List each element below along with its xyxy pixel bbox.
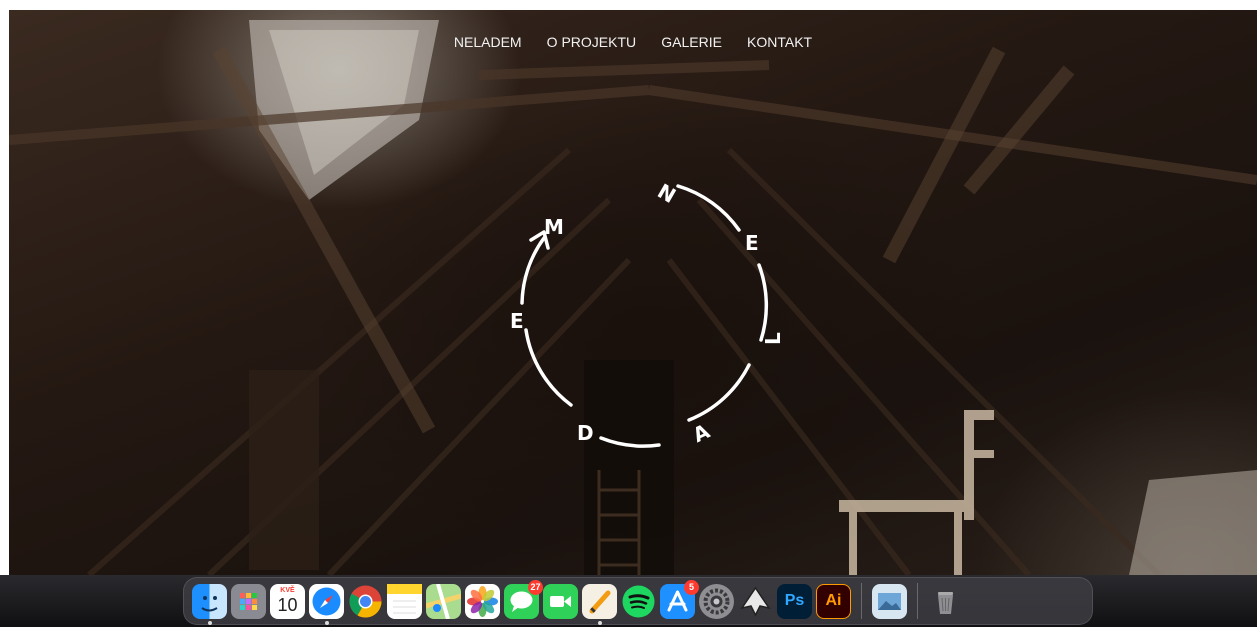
trash-icon[interactable] [928,584,963,619]
running-indicator [325,620,329,625]
pages-icon[interactable] [582,583,617,625]
nav-link-kontakt[interactable]: KONTAKT [747,34,812,50]
dock-separator [917,583,918,619]
photos-icon[interactable] [465,583,500,619]
facetime-icon[interactable] [543,583,578,619]
logo-letter-e2: E [510,309,524,333]
illustrator-label: Ai [825,592,842,609]
macos-dock: KVĚ 10 27 5 Ps Ai [183,577,1093,625]
nav-link-o-projektu[interactable]: O PROJEKTU [547,34,636,50]
photoshop-icon[interactable]: Ps [777,583,812,619]
pages-pen-icon [589,590,611,613]
calendar-day: 10 [277,595,298,615]
logo-letter-e1: E [745,231,759,255]
dock-separator [861,583,862,619]
photoshop-label: Ps [784,592,805,609]
notes-icon[interactable] [387,583,422,619]
preview-photo-icon [878,592,901,610]
finder-face-icon [201,595,218,611]
neladem-circular-logo: N E L A D E M [510,179,785,448]
trash-bin-icon [938,591,953,614]
safari-compass-icon [312,587,341,615]
messages-badge: 27 [528,579,543,595]
logo-letter-n: N [654,179,681,208]
main-navigation: NELADEM O PROJEKTU GALERIE KONTAKT [9,32,1257,51]
website-viewport: NELADEM O PROJEKTU GALERIE KONTAKT N E L… [9,10,1257,575]
finder-icon[interactable] [192,583,227,625]
launchpad-icon[interactable] [231,583,266,619]
gear-icon [703,588,730,614]
nav-link-neladem[interactable]: NELADEM [454,34,522,50]
logo-letter-m: M [544,215,564,239]
logo-letter-d: D [577,421,594,445]
facetime-camera-icon [550,595,571,607]
inkscape-icon[interactable] [738,584,773,619]
app-store-icon[interactable]: 5 [660,579,699,619]
chrome-logo-icon [349,585,382,618]
spotify-logo-icon [622,585,655,617]
messages-icon[interactable]: 27 [504,579,543,619]
logo-letter-a: A [689,419,714,448]
maps-route-icon [426,583,461,619]
preview-icon[interactable] [872,583,907,619]
illustrator-icon[interactable]: Ai [816,583,851,619]
photos-flower-icon [467,585,498,617]
spotify-icon[interactable] [621,584,656,619]
calendar-month: KVĚ [280,587,295,594]
calendar-icon[interactable]: KVĚ 10 [270,583,305,619]
running-indicator [208,620,212,625]
nav-link-galerie[interactable]: GALERIE [661,34,722,50]
maps-icon[interactable] [426,583,461,619]
safari-icon[interactable] [309,583,344,625]
launchpad-grid-icon [240,592,257,610]
inkscape-logo-icon [740,586,771,617]
logo-letter-l: L [761,332,785,345]
system-preferences-icon[interactable] [699,583,734,619]
app-store-badge: 5 [684,579,699,595]
running-indicator [598,620,602,625]
notes-paper-icon [387,583,422,613]
chrome-icon[interactable] [348,584,383,619]
